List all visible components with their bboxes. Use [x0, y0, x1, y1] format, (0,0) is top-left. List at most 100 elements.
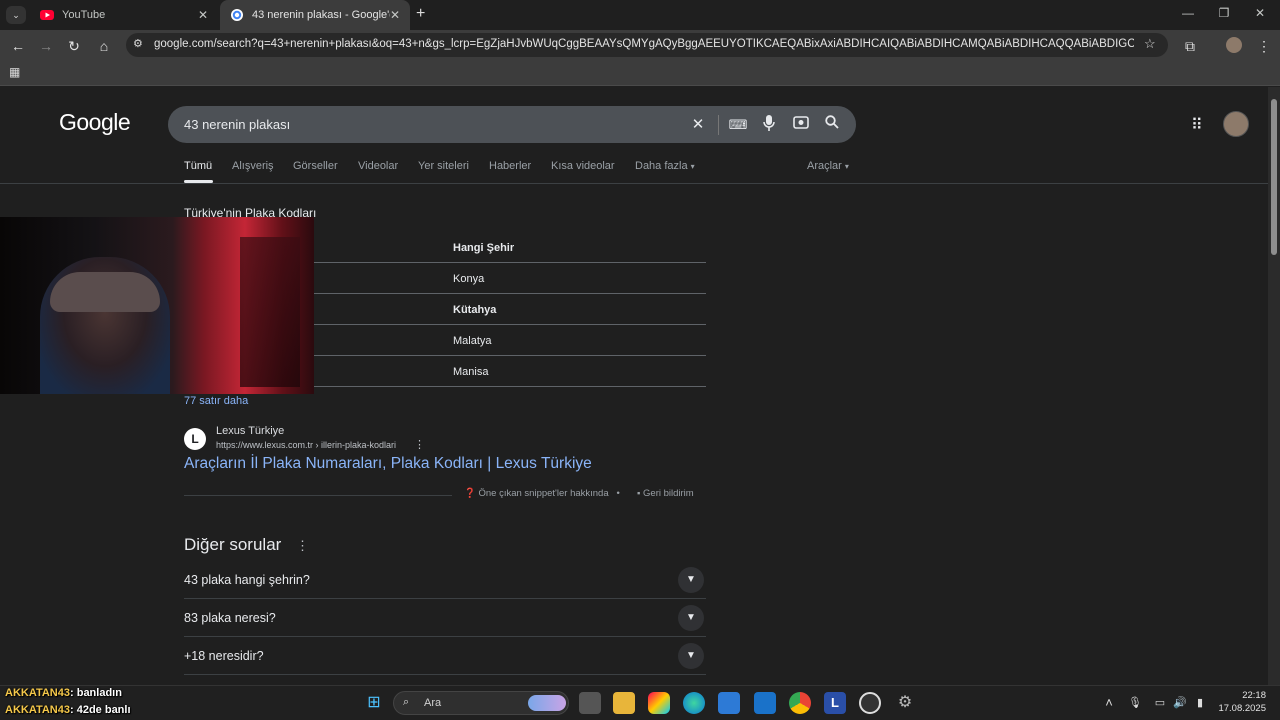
- search-box[interactable]: 43 nerenin plakası ✕ ⌨: [168, 106, 856, 143]
- home-icon[interactable]: ⌂: [94, 36, 114, 56]
- about-snippets-link[interactable]: ❓ Öne çıkan snippet'ler hakkında •: [464, 488, 620, 499]
- help-icon: ❓: [464, 488, 476, 499]
- header-divider: [0, 183, 1268, 184]
- magnifier-glyph: [825, 115, 839, 129]
- copilot-icon[interactable]: [648, 692, 670, 714]
- source-options-icon[interactable]: ⋮: [414, 438, 425, 451]
- source-url[interactable]: https://www.lexus.com.tr › illerin-plaka…: [216, 440, 396, 450]
- tab-more[interactable]: Daha fazla ▾: [635, 160, 695, 172]
- account-avatar[interactable]: [1223, 111, 1249, 137]
- back-icon[interactable]: ←: [8, 36, 28, 56]
- search-icon[interactable]: [822, 115, 842, 135]
- microphone-icon[interactable]: [759, 115, 779, 135]
- network-icon[interactable]: ▭: [1149, 692, 1171, 714]
- more-rows-link[interactable]: 77 satır daha: [184, 395, 248, 407]
- close-icon[interactable]: ✕: [198, 8, 208, 22]
- lens-camera-icon[interactable]: [791, 115, 811, 135]
- paa-question-text: 43 plaka hangi şehrin?: [184, 573, 310, 587]
- obs-icon[interactable]: [859, 692, 881, 714]
- tab-title: 43 nerenin plakası - Google'da: [252, 9, 390, 21]
- settings-gear-icon[interactable]: ⚙: [894, 692, 916, 714]
- microphone-tray-icon[interactable]: 🎙: [1124, 692, 1146, 714]
- scrollbar-thumb[interactable]: [1271, 99, 1277, 255]
- table-cell: Konya: [453, 273, 485, 285]
- taskbar-search[interactable]: ⌕ Ara: [393, 691, 569, 715]
- tray-overflow-icon[interactable]: ˄: [1098, 692, 1120, 714]
- clock-date[interactable]: 17.08.2025: [1210, 703, 1266, 714]
- table-cell: Manisa: [453, 366, 489, 378]
- lexus-logo-icon: L: [184, 428, 206, 450]
- chat-username: AKKATAN43: [5, 704, 70, 716]
- page-scrollbar[interactable]: [1268, 87, 1280, 685]
- clear-icon[interactable]: ✕: [688, 115, 708, 135]
- start-icon[interactable]: ⊞: [363, 692, 385, 714]
- site-info-icon[interactable]: ⚙: [133, 37, 143, 50]
- tab-google-search[interactable]: 43 nerenin plakası - Google'da ✕: [220, 0, 410, 30]
- paa-question[interactable]: 83 plaka neresi? ▼: [184, 599, 706, 637]
- chat-message: AKKATAN43: 42de banlı: [5, 704, 131, 716]
- people-also-ask-title: Diğer sorular: [184, 535, 282, 554]
- tab-more-label: Daha fazla: [635, 160, 688, 172]
- bookmark-star-icon[interactable]: ☆: [1144, 36, 1156, 52]
- tab-title: YouTube: [62, 9, 106, 21]
- google-apps-icon[interactable]: ⠿: [1191, 115, 1203, 135]
- tab-all[interactable]: Tümü: [184, 160, 212, 172]
- result-title-link[interactable]: Araçların İl Plaka Numaraları, Plaka Kod…: [184, 455, 592, 473]
- minimize-icon[interactable]: —: [1178, 6, 1198, 20]
- address-bar[interactable]: ⚙ google.com/search?q=43+nerenin+plakası…: [126, 33, 1168, 57]
- lens-glyph: [793, 116, 809, 129]
- url-text[interactable]: google.com/search?q=43+nerenin+plakası&o…: [154, 38, 1134, 50]
- forward-icon[interactable]: →: [36, 36, 56, 56]
- search-input[interactable]: 43 nerenin plakası: [184, 117, 290, 132]
- apps-shortcut-icon[interactable]: ▦: [9, 65, 20, 79]
- caret-down-icon: ▾: [844, 162, 849, 171]
- chevron-down-icon[interactable]: ▼: [678, 605, 704, 631]
- new-tab-button[interactable]: +: [416, 5, 425, 23]
- table-cell: Malatya: [453, 335, 492, 347]
- mail-icon[interactable]: [754, 692, 776, 714]
- google-logo[interactable]: Google: [59, 109, 131, 136]
- chevron-down-icon[interactable]: ▼: [678, 567, 704, 593]
- extensions-icon[interactable]: ⧉: [1180, 36, 1200, 56]
- tab-videos[interactable]: Videolar: [358, 160, 398, 172]
- edge-icon[interactable]: [683, 692, 705, 714]
- chevron-down-icon[interactable]: ▼: [678, 643, 704, 669]
- paa-question[interactable]: +18 neresidir? ▼: [184, 637, 706, 675]
- mic-glyph: [763, 115, 775, 131]
- battery-icon[interactable]: ▮: [1189, 692, 1211, 714]
- tab-images[interactable]: Görseller: [293, 160, 338, 172]
- youtube-icon: [40, 10, 54, 20]
- bookmarks-bar: ▦: [0, 60, 1280, 86]
- tools-button[interactable]: Araçlar ▾: [807, 160, 849, 172]
- tab-search-button[interactable]: ⌄: [6, 6, 26, 24]
- tab-shopping[interactable]: Alışveriş: [232, 160, 274, 172]
- store-icon[interactable]: [718, 692, 740, 714]
- feedback-link[interactable]: ▪ Geri bildirim: [637, 488, 694, 499]
- file-explorer-icon[interactable]: [613, 692, 635, 714]
- google-icon: [231, 9, 243, 21]
- menu-icon[interactable]: ⋮: [1254, 36, 1274, 56]
- feedback-icon: ▪: [637, 488, 641, 499]
- task-view-icon[interactable]: [579, 692, 601, 714]
- profile-avatar[interactable]: [1226, 37, 1242, 53]
- webcam-shelf: [240, 237, 300, 387]
- tab-youtube[interactable]: YouTube ✕: [30, 0, 218, 30]
- paa-options-icon[interactable]: ⋮: [296, 538, 309, 554]
- tab-short-videos[interactable]: Kısa videolar: [551, 160, 615, 172]
- about-label: Öne çıkan snippet'ler hakkında: [478, 488, 609, 499]
- keyboard-icon[interactable]: ⌨: [728, 115, 748, 135]
- paa-question[interactable]: 43 plaka hangi şehrin? ▼: [184, 561, 706, 599]
- window-close-icon[interactable]: ✕: [1250, 6, 1270, 20]
- taskbar-search-placeholder: Ara: [424, 697, 442, 709]
- reload-icon[interactable]: ↻: [64, 36, 84, 56]
- source-name[interactable]: Lexus Türkiye: [216, 425, 284, 437]
- tab-news[interactable]: Haberler: [489, 160, 531, 172]
- search-divider: [718, 115, 719, 135]
- app-l-icon[interactable]: L: [824, 692, 846, 714]
- clock-time[interactable]: 22:18: [1222, 690, 1266, 701]
- tab-places[interactable]: Yer siteleri: [418, 160, 469, 172]
- close-icon[interactable]: ✕: [390, 8, 400, 22]
- chrome-icon[interactable]: [789, 692, 811, 714]
- volume-icon[interactable]: 🔊: [1169, 692, 1191, 714]
- restore-icon[interactable]: ❐: [1214, 6, 1234, 20]
